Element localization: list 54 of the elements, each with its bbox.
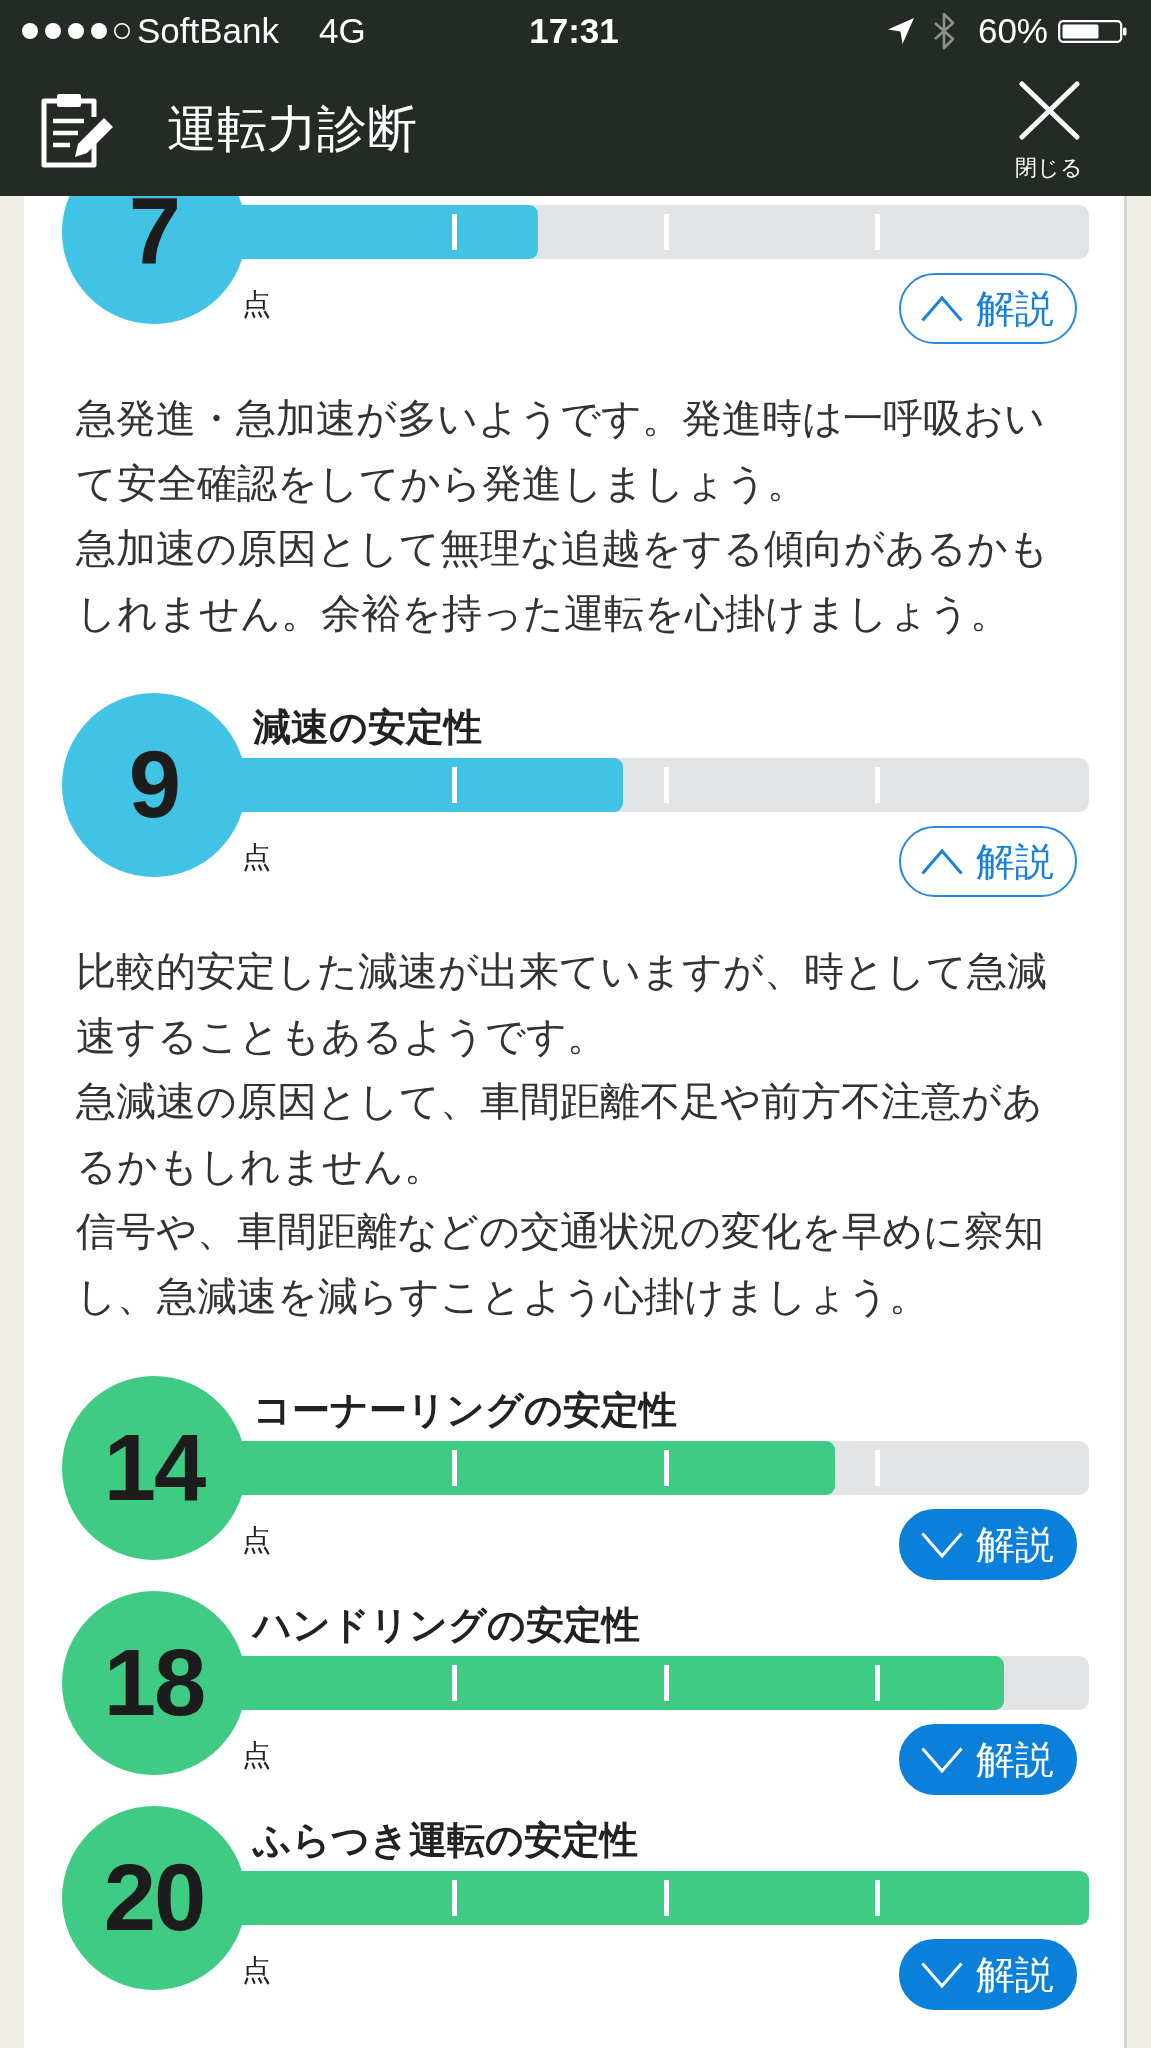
chevron-down-icon — [921, 1531, 963, 1558]
screen-title: 運転力診断 — [167, 100, 417, 159]
chevron-down-icon — [921, 1961, 963, 1988]
score-unit: 点 — [242, 288, 271, 320]
advice-text: 急加速の原因として無理な追越をする傾向があるかもしれません。余裕を持った運転を心掛けましょう。 — [76, 525, 1049, 637]
explanation-toggle[interactable]: 解説 — [899, 1939, 1077, 2010]
close-button[interactable]: 閉じる — [1015, 81, 1083, 181]
advice-text: 信号や、車間距離などの交通状況の変化を早めに察知し、急減速を減らすことよう心掛けましょう。 — [76, 1208, 1045, 1320]
explanation-toggle[interactable]: 解説 — [899, 826, 1077, 897]
scale-tick — [451, 767, 457, 803]
scale-tick — [875, 1450, 881, 1486]
explanation-toggle[interactable]: 解説 — [899, 1509, 1077, 1580]
chevron-up-icon — [921, 848, 963, 875]
carrier-name: SoftBank — [137, 11, 280, 51]
scale-tick — [875, 1880, 881, 1916]
score-value: 18 — [103, 1647, 205, 1719]
scale-tick — [451, 214, 457, 250]
advice-text: 急減速の原因として、車間距離不足や前方不注意があるかもしれません。 — [76, 1078, 1044, 1190]
scale-tick — [875, 1665, 881, 1701]
score-value: 7 — [128, 196, 180, 268]
location-arrow-icon — [886, 17, 915, 45]
scale-tick — [875, 767, 881, 803]
battery-percent: 60% — [977, 11, 1048, 51]
scale-tick — [451, 1665, 457, 1701]
score-unit: 点 — [242, 1524, 271, 1556]
score-value: 14 — [103, 1432, 205, 1504]
scale-tick — [663, 1880, 669, 1916]
chevron-down-icon — [921, 1746, 963, 1773]
category-title: ふらつき運転の安定性 — [253, 1818, 638, 1863]
advice-text: 急発進・急加速が多いようです。発進時は一呼吸おいて安全確認をしてから発進しましょう。 — [76, 395, 1046, 507]
close-icon — [1018, 81, 1080, 140]
score-unit: 点 — [242, 1739, 271, 1771]
advice-text: 比較的安定した減速が出来ていますが、時として急減速することもあるようです。 — [76, 948, 1048, 1060]
chevron-up-icon — [921, 295, 963, 322]
scale-tick — [663, 1665, 669, 1701]
scale-tick — [875, 214, 881, 250]
signal-icon — [21, 22, 131, 40]
score-value: 20 — [103, 1862, 205, 1934]
scale-tick — [663, 1450, 669, 1486]
scale-tick — [451, 1880, 457, 1916]
explanation-toggle[interactable]: 解説 — [899, 273, 1077, 344]
score-unit: 点 — [242, 841, 271, 873]
scale-tick — [451, 1450, 457, 1486]
network-type: 4G — [319, 11, 366, 51]
battery-icon — [1058, 19, 1127, 43]
scale-tick — [663, 214, 669, 250]
score-unit: 点 — [242, 1954, 271, 1986]
category-title: ハンドリングの安定性 — [253, 1603, 640, 1648]
category-title: コーナーリングの安定性 — [253, 1388, 677, 1433]
score-value: 9 — [128, 749, 180, 821]
scale-tick — [663, 767, 669, 803]
category-title: 減速の安定性 — [253, 705, 482, 750]
clock-time: 17:31 — [529, 11, 619, 51]
explanation-toggle[interactable]: 解説 — [899, 1724, 1077, 1795]
